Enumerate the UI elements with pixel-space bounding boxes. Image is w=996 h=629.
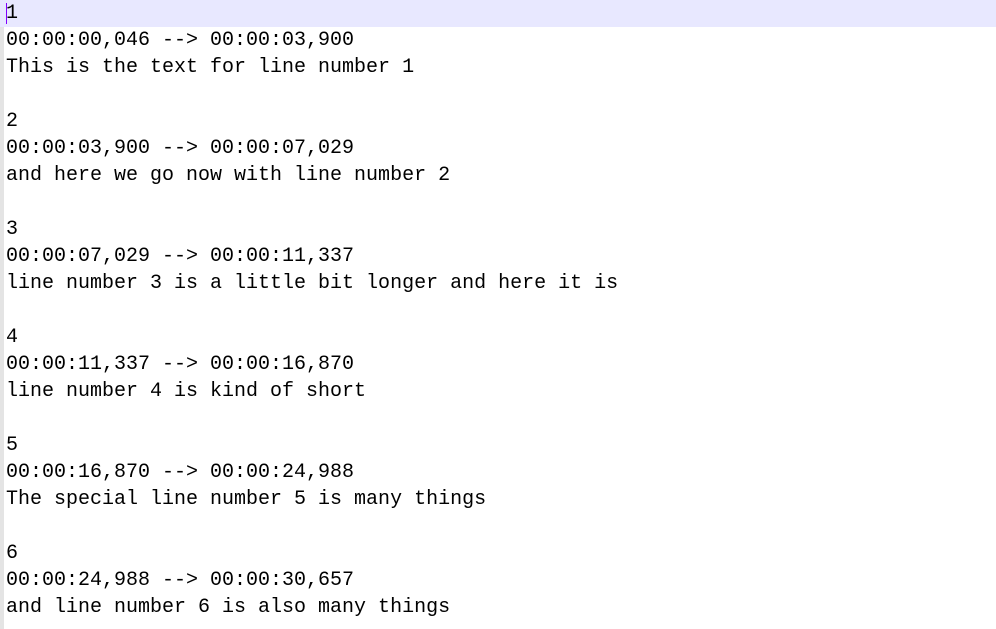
editor-line-blank[interactable] — [0, 189, 996, 216]
editor-line[interactable]: and here we go now with line number 2 — [0, 162, 996, 189]
editor-line[interactable]: 6 — [0, 540, 996, 567]
text-caret — [6, 3, 7, 24]
subtitle-text: line number 3 is a little bit longer and… — [6, 272, 619, 295]
editor-line[interactable]: line number 3 is a little bit longer and… — [0, 270, 996, 297]
editor-line[interactable]: 2 — [0, 108, 996, 135]
editor-line-blank[interactable] — [0, 297, 996, 324]
subtitle-index: 4 — [6, 326, 19, 349]
subtitle-index: 5 — [6, 434, 19, 457]
subtitle-text: The special line number 5 is many things — [6, 488, 487, 511]
editor-line[interactable]: 5 — [0, 432, 996, 459]
subtitle-index: 6 — [6, 542, 19, 565]
editor-line[interactable]: This is the text for line number 1 — [0, 54, 996, 81]
subtitle-timing: 00:00:16,870 --> 00:00:24,988 — [6, 461, 355, 484]
subtitle-text: and line number 6 is also many things — [6, 596, 451, 619]
editor-line[interactable]: 00:00:00,046 --> 00:00:03,900 — [0, 27, 996, 54]
subtitle-index: 1 — [6, 2, 19, 25]
subtitle-index: 2 — [6, 110, 19, 133]
subtitle-timing: 00:00:07,029 --> 00:00:11,337 — [6, 245, 355, 268]
subtitle-timing: 00:00:11,337 --> 00:00:16,870 — [6, 353, 355, 376]
editor-line-blank[interactable] — [0, 81, 996, 108]
subtitle-index: 3 — [6, 218, 19, 241]
subtitle-timing: 00:00:00,046 --> 00:00:03,900 — [6, 29, 355, 52]
editor-text-area[interactable]: 1 00:00:00,046 --> 00:00:03,900 This is … — [0, 0, 996, 629]
editor-line[interactable]: and line number 6 is also many things — [0, 594, 996, 621]
subtitle-text: line number 4 is kind of short — [6, 380, 367, 403]
editor-line[interactable]: 4 — [0, 324, 996, 351]
editor-line-blank[interactable] — [0, 405, 996, 432]
editor-line[interactable]: The special line number 5 is many things — [0, 486, 996, 513]
editor-line[interactable]: line number 4 is kind of short — [0, 378, 996, 405]
editor-line[interactable]: 00:00:03,900 --> 00:00:07,029 — [0, 135, 996, 162]
editor-line[interactable]: 00:00:24,988 --> 00:00:30,657 — [0, 567, 996, 594]
subtitle-text: This is the text for line number 1 — [6, 56, 415, 79]
subtitle-text: and here we go now with line number 2 — [6, 164, 451, 187]
editor-line[interactable]: 00:00:11,337 --> 00:00:16,870 — [0, 351, 996, 378]
text-editor[interactable]: 1 00:00:00,046 --> 00:00:03,900 This is … — [0, 0, 996, 629]
editor-line-blank[interactable] — [0, 513, 996, 540]
editor-line[interactable]: 3 — [0, 216, 996, 243]
editor-line[interactable]: 00:00:16,870 --> 00:00:24,988 — [0, 459, 996, 486]
subtitle-timing: 00:00:03,900 --> 00:00:07,029 — [6, 137, 355, 160]
subtitle-timing: 00:00:24,988 --> 00:00:30,657 — [6, 569, 355, 592]
editor-line[interactable]: 00:00:07,029 --> 00:00:11,337 — [0, 243, 996, 270]
editor-line-current[interactable]: 1 — [0, 0, 996, 27]
